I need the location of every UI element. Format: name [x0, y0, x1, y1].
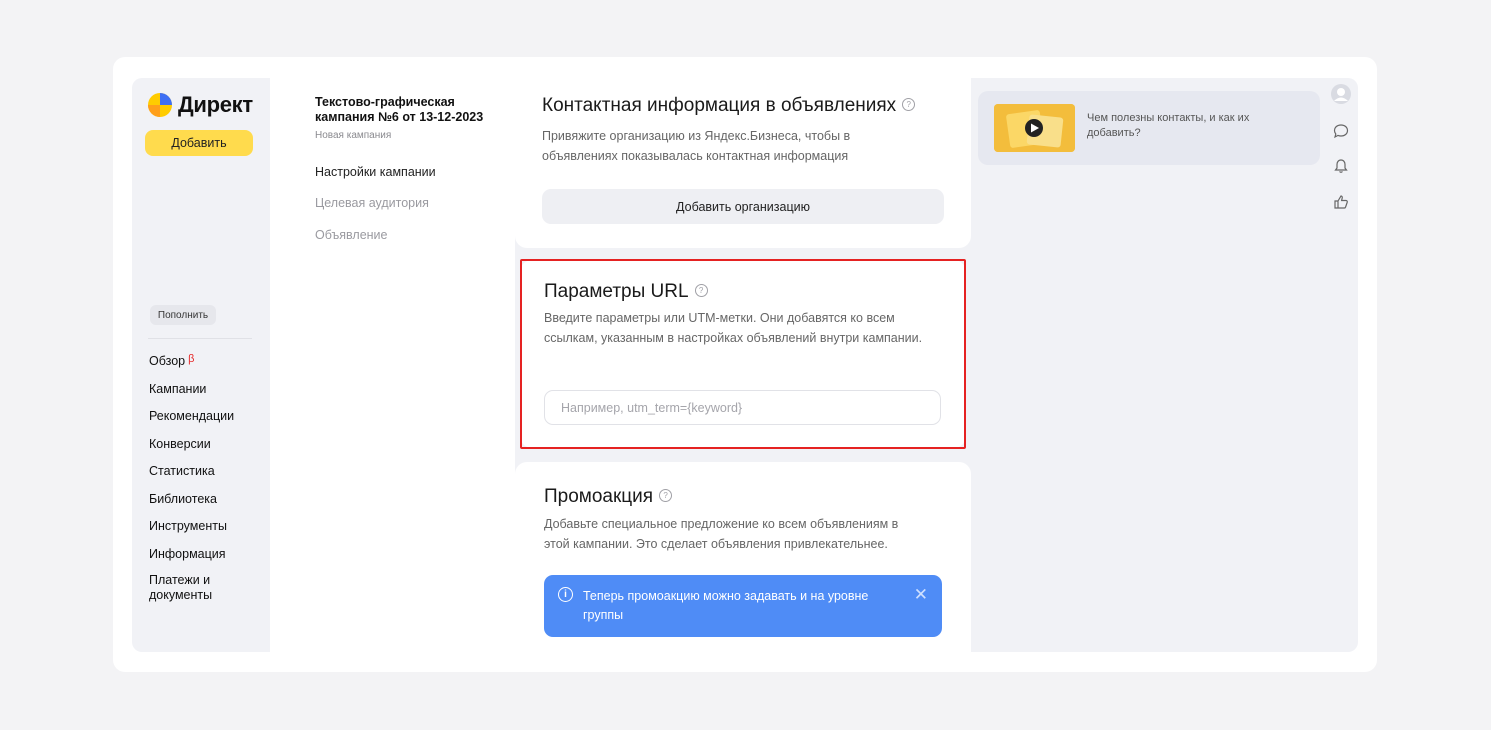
help-video-text: Чем полезны контакты, и как их добавить?: [1087, 112, 1250, 139]
sidebar-item-recommendations[interactable]: Рекомендации: [149, 408, 239, 436]
step-campaign-settings[interactable]: Настройки кампании: [280, 156, 494, 188]
promo-card: Промоакция? Добавьте специальное предлож…: [515, 462, 971, 652]
close-icon[interactable]: ✕: [914, 585, 928, 604]
step-ad[interactable]: Объявление: [280, 219, 494, 251]
sidebar-divider: [148, 338, 252, 339]
sidebar-item-library[interactable]: Библиотека: [149, 491, 239, 519]
sidebar-item-campaigns[interactable]: Кампании: [149, 381, 239, 409]
promo-info-banner: i Теперь промоакцию можно задавать и на …: [544, 575, 942, 637]
bell-icon[interactable]: [1330, 155, 1352, 177]
contact-info-description: Привяжите организацию из Яндекс.Бизнеса,…: [542, 129, 851, 163]
video-thumbnail[interactable]: [994, 104, 1075, 152]
campaign-subtitle: Новая кампания: [315, 130, 392, 141]
logo[interactable]: Директ: [148, 92, 253, 118]
help-icon[interactable]: ?: [659, 489, 673, 503]
topup-button[interactable]: Пополнить: [150, 305, 216, 325]
sidebar-item-payments[interactable]: Платежи и документы: [149, 573, 239, 602]
step-target-audience[interactable]: Целевая аудитория: [280, 187, 494, 219]
promo-banner-text: Теперь промоакцию можно задавать и на ур…: [583, 589, 869, 622]
sidebar-item-statistics[interactable]: Статистика: [149, 463, 239, 491]
add-organization-button[interactable]: Добавить организацию: [542, 189, 944, 224]
info-icon: i: [558, 587, 573, 602]
avatar[interactable]: [1330, 83, 1352, 105]
highlight-frame: [520, 259, 966, 449]
promo-title: Промоакция: [544, 486, 654, 507]
logo-text: Директ: [178, 92, 253, 117]
add-button[interactable]: Добавить: [145, 130, 253, 156]
campaign-title: Текстово-графическая кампания №6 от 13-1…: [315, 95, 484, 124]
promo-description: Добавьте специальное предложение ко всем…: [544, 517, 899, 551]
sidebar-item-conversions[interactable]: Конверсии: [149, 436, 239, 464]
help-icon[interactable]: ?: [902, 98, 916, 112]
contact-info-title: Контактная информация в объявлениях: [542, 95, 897, 116]
help-video-card[interactable]: Чем полезны контакты, и как их добавить?: [978, 91, 1320, 165]
thumbs-up-icon[interactable]: [1330, 191, 1352, 213]
sidebar-item-information[interactable]: Информация: [149, 546, 239, 574]
sidebar-item-tools[interactable]: Инструменты: [149, 518, 239, 546]
yandex-direct-logo-icon: [148, 93, 172, 117]
contact-info-card: Контактная информация в объявлениях? При…: [515, 78, 971, 248]
sidebar-nav: Обзор β Кампании Рекомендации Конверсии С…: [149, 353, 239, 602]
beta-badge: β: [188, 353, 195, 365]
chat-icon[interactable]: [1330, 120, 1352, 142]
sidebar-item-overview[interactable]: Обзор β: [149, 353, 239, 381]
